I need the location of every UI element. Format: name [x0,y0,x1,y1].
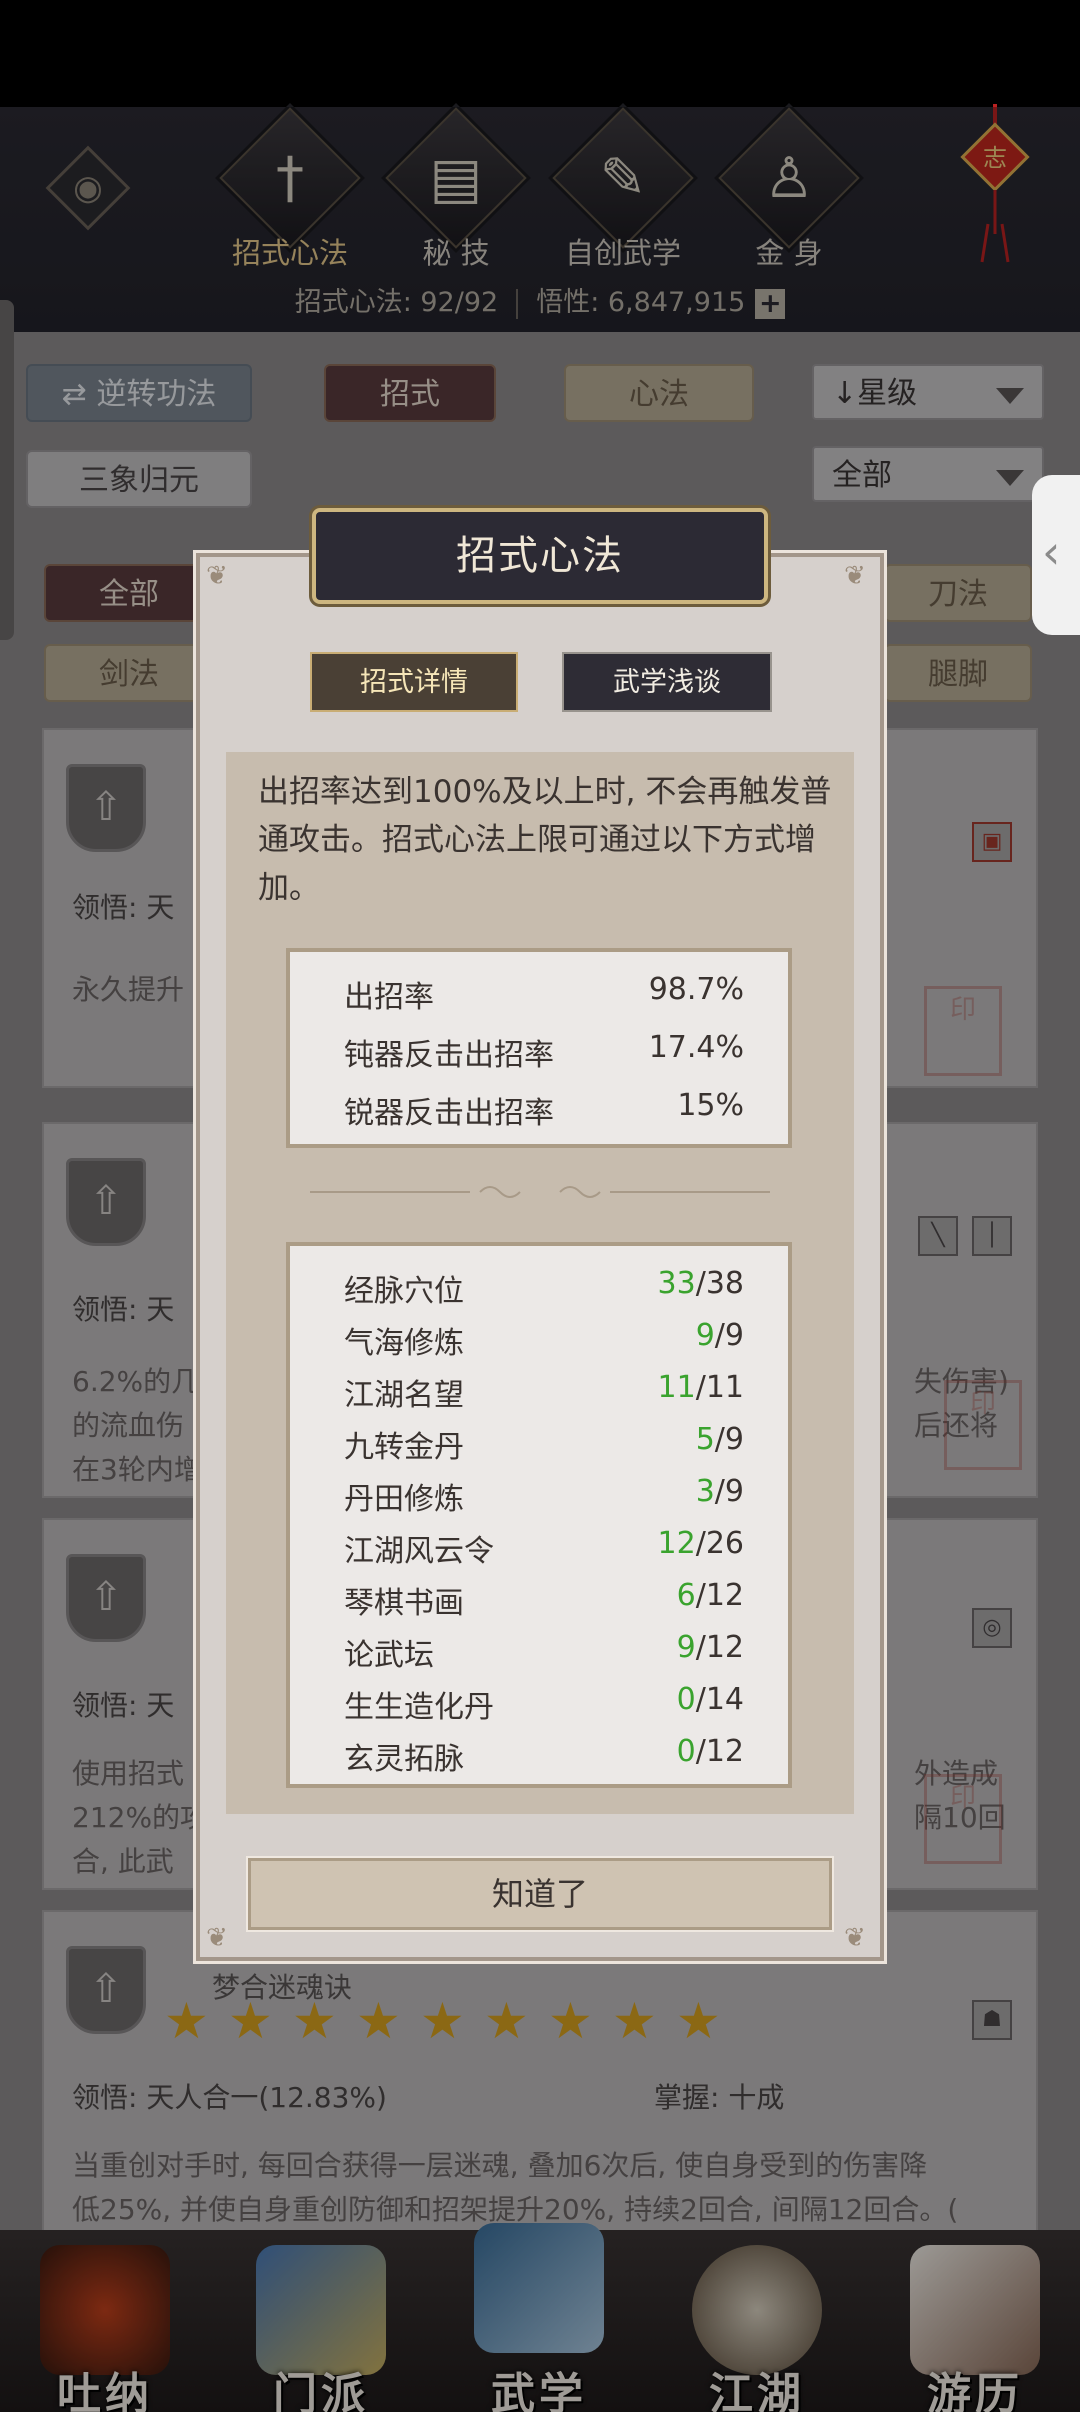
tab-martial-talk[interactable]: 武学浅谈 [562,652,772,712]
source-row: 玄灵拓脉 0/12 [344,1734,744,1777]
ok-button[interactable]: 知道了 [248,1858,832,1930]
source-row: 九转金丹 5/9 [344,1422,744,1465]
status-bar [0,0,1080,107]
chevron-left-icon: ‹ [1042,525,1061,579]
rate-row: 出招率 98.7% [344,972,744,1015]
source-row: 气海修炼 9/9 [344,1318,744,1361]
source-row: 论武坛 9/12 [344,1630,744,1673]
modal-title: 招式心法 [456,533,624,579]
ornamental-divider [310,1186,770,1198]
source-row: 江湖名望 11/11 [344,1370,744,1413]
source-row: 丹田修炼 3/9 [344,1474,744,1517]
source-row: 江湖风云令 12/26 [344,1526,744,1569]
modal-description: 出招率达到100%及以上时, 不会再触发普通攻击。招式心法上限可通过以下方式增加… [258,774,832,906]
side-drawer-handle[interactable]: ‹ [1032,475,1080,635]
source-row: 经脉穴位 33/38 [344,1266,744,1309]
modal-title-bar: 招式心法 [312,508,768,604]
rate-row: 钝器反击出招率 17.4% [344,1030,744,1073]
rates-box: 出招率 98.7% 钝器反击出招率 17.4% 锐器反击出招率 15% [286,948,792,1148]
rate-row: 锐器反击出招率 15% [344,1088,744,1131]
source-row: 琴棋书画 6/12 [344,1578,744,1621]
tab-move-details[interactable]: 招式详情 [310,652,518,712]
source-row: 生生造化丹 0/14 [344,1682,744,1725]
sources-box[interactable]: 经脉穴位 33/38 气海修炼 9/9 江湖名望 11/11 九转金丹 5/9 丹田修炼… [286,1242,792,1788]
